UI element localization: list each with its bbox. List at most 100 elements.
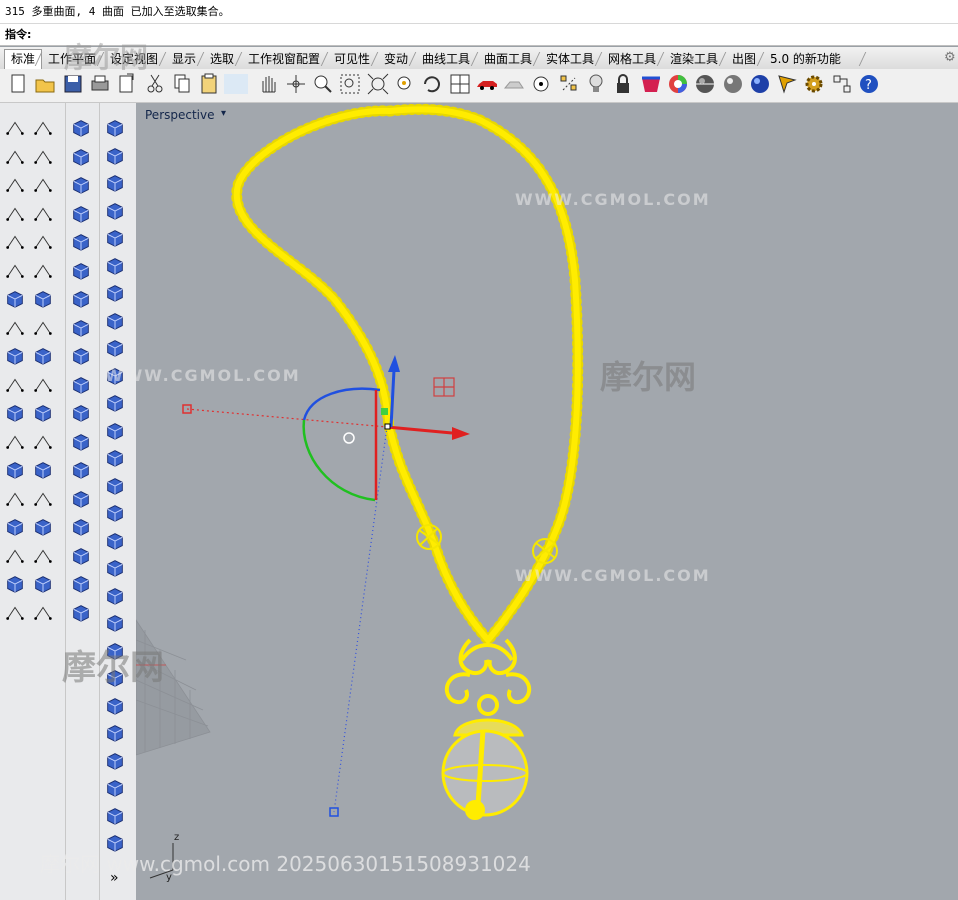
mesh-sphere-icon[interactable] [104,145,128,169]
cap-icon[interactable] [70,459,94,483]
grid-array-icon[interactable] [4,545,28,569]
split-icon[interactable] [32,374,56,398]
fillet-edge-icon[interactable] [70,488,94,512]
ellipsoid-icon[interactable] [70,203,94,227]
solid-edit-icon[interactable] [104,337,128,361]
mirror-icon[interactable] [32,488,56,512]
ellipse-icon[interactable] [32,174,56,198]
new-icon[interactable] [6,72,30,96]
gumball-icon[interactable] [104,282,128,306]
wire-cut-icon[interactable] [70,545,94,569]
tube-icon[interactable] [70,374,94,398]
surface-edge-icon[interactable] [32,260,56,284]
ungroup-icon[interactable] [32,402,56,426]
gear-icon[interactable] [802,72,826,96]
sphere-icon[interactable] [693,72,717,96]
zoom-selected-icon[interactable] [393,72,417,96]
extend-icon[interactable] [32,431,56,455]
wrap-icon[interactable] [104,805,128,829]
cage-icon[interactable] [104,530,128,554]
splop-icon[interactable] [104,695,128,719]
zoom-window-icon[interactable] [338,72,362,96]
blank-icon[interactable] [224,72,249,96]
tab-12[interactable]: 渲染工具 [664,50,724,68]
scale-icon[interactable] [32,459,56,483]
ghosted-icon[interactable] [502,72,526,96]
trim-icon[interactable] [4,374,28,398]
text-icon[interactable] [4,459,28,483]
extrude-icon[interactable] [4,516,28,540]
render-sphere-icon[interactable] [721,72,745,96]
tab-9[interactable]: 曲面工具 [478,50,538,68]
check-icon[interactable] [32,573,56,597]
copy-icon[interactable] [170,72,194,96]
smash-icon[interactable] [104,722,128,746]
cage-edit-icon[interactable] [104,557,128,581]
squish-icon[interactable] [104,750,128,774]
material-icon[interactable] [639,72,663,96]
blue-sphere-icon[interactable] [748,72,772,96]
transform-icon[interactable] [104,227,128,251]
tab-10[interactable]: 实体工具 [540,50,600,68]
render-icon[interactable] [32,602,56,626]
point-icon[interactable] [32,117,56,141]
offset-icon[interactable] [4,431,28,455]
tabs-options-gear-icon[interactable]: ⚙ [944,50,956,65]
points-icon[interactable] [557,72,581,96]
surface-points-icon[interactable] [4,260,28,284]
curve-points-icon[interactable] [32,146,56,170]
paste-icon[interactable] [197,72,221,96]
block-icon[interactable] [32,545,56,569]
paraboloid-icon[interactable] [70,260,94,284]
pan-icon[interactable] [256,72,280,96]
perspective-viewport[interactable]: Perspective ▾ z y [136,103,958,900]
select-arrow-icon[interactable] [4,117,28,141]
plane-surface-icon[interactable] [32,317,56,341]
box-solid-icon[interactable] [4,288,28,312]
lightbulb-icon[interactable] [584,72,608,96]
tab-11[interactable]: 网格工具 [602,50,662,68]
sphere-solid-icon[interactable] [32,288,56,312]
move-face-icon[interactable] [104,447,128,471]
tab-8[interactable]: 曲线工具 [416,50,476,68]
shade-icon[interactable] [4,602,28,626]
group-icon[interactable] [4,402,28,426]
box-icon[interactable] [70,117,94,141]
solid-box-icon[interactable] [104,255,128,279]
mesh-icon[interactable] [104,117,128,141]
rectangle-icon[interactable] [32,203,56,227]
torus-icon[interactable] [70,231,94,255]
four-views-icon[interactable] [448,72,472,96]
circle-icon[interactable] [529,72,553,96]
fillet-curve-icon[interactable] [32,231,56,255]
shell-icon[interactable] [70,516,94,540]
grid-snap-icon[interactable] [830,72,854,96]
solid-move-icon[interactable] [104,392,128,416]
polygon-icon[interactable] [4,203,28,227]
cylinder-icon[interactable] [4,317,28,341]
join-icon[interactable] [32,345,56,369]
torus-ring-icon[interactable] [70,431,94,455]
array-icon[interactable] [4,488,28,512]
sphere-tool-icon[interactable] [70,174,94,198]
truncated-cone-icon[interactable] [70,345,94,369]
zoom-extents-icon[interactable] [366,72,390,96]
boolean-icon[interactable] [4,573,28,597]
move-view-icon[interactable] [284,72,308,96]
hexagon-icon[interactable] [4,231,28,255]
edge-fillet-icon[interactable] [104,420,128,444]
color-wheel-icon[interactable] [666,72,690,96]
lock-icon[interactable] [611,72,635,96]
open-icon[interactable] [33,72,57,96]
mesh-plane-icon[interactable] [104,172,128,196]
cylinder-tool-icon[interactable] [70,146,94,170]
rotate-view-icon[interactable] [420,72,444,96]
cone-icon[interactable] [70,288,94,312]
polyline-icon[interactable] [4,146,28,170]
options-icon[interactable] [775,72,799,96]
help-icon[interactable]: ? [857,72,881,96]
mesh-cylinder-icon[interactable] [104,200,128,224]
bend-icon[interactable] [104,585,128,609]
rebuild-icon[interactable] [32,516,56,540]
boolean-diff-icon[interactable] [70,602,94,626]
